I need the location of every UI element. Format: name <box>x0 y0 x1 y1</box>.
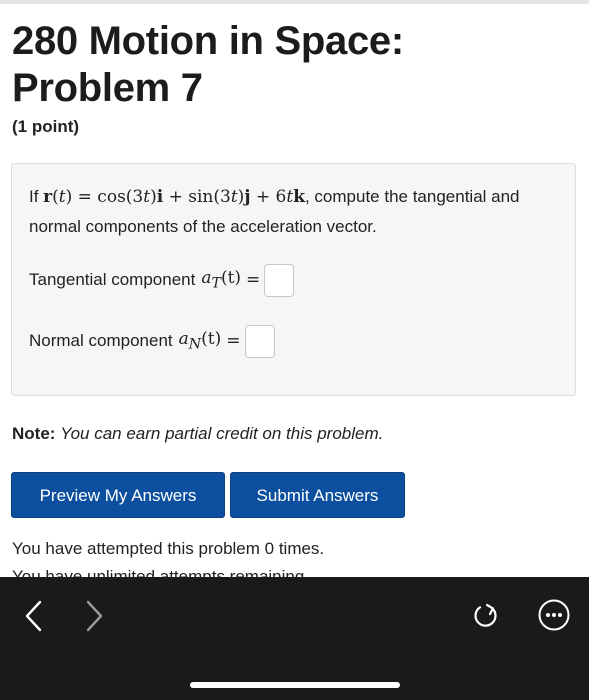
normal-answer-input[interactable] <box>244 324 275 358</box>
home-indicator[interactable] <box>190 682 400 688</box>
note-label: Note: <box>12 424 56 443</box>
problem-box: If r(t) = cos(3t)i + sin(3t)j + 6tk, com… <box>11 163 576 396</box>
tangential-answer-row: Tangential component aT(t) = <box>29 262 295 298</box>
credit-note: Note: You can earn partial credit on thi… <box>12 424 383 444</box>
more-icon[interactable] <box>537 598 571 637</box>
submit-answers-button[interactable]: Submit Answers <box>230 472 405 518</box>
statement-prefix: If <box>29 187 44 206</box>
top-divider <box>0 0 589 4</box>
attempts-status: You have attempted this problem 0 times. <box>12 539 325 558</box>
normal-label: Normal component <box>29 331 173 350</box>
tangential-label: Tangential component <box>29 270 196 289</box>
note-text: You can earn partial credit on this prob… <box>60 424 384 443</box>
points-label: (1 point) <box>12 117 80 136</box>
normal-answer-row: Normal component aN(t) = <box>29 323 275 359</box>
page-title: 280 Motion in Space: Problem 7 <box>12 18 404 112</box>
page-title-line1: 280 Motion in Space: <box>12 19 404 63</box>
preview-answers-button[interactable]: Preview My Answers <box>11 472 225 518</box>
tangential-symbol: aT(t) <box>201 268 242 292</box>
equals-sign: = <box>226 331 241 351</box>
equals-sign: = <box>246 270 261 290</box>
reload-icon[interactable] <box>470 600 502 637</box>
forward-icon[interactable] <box>82 599 106 638</box>
problem-statement: If r(t) = cos(3t)i + sin(3t)j + 6tk, com… <box>29 182 564 241</box>
browser-toolbar <box>0 577 589 700</box>
normal-symbol: aN(t) <box>178 329 222 353</box>
position-formula: r(t) = cos(3t)i + sin(3t)j + 6tk <box>43 187 305 207</box>
page-title-line2: Problem 7 <box>12 66 203 110</box>
remaining-attempts-status: You have unlimited attempts remaining. <box>12 567 310 577</box>
tangential-answer-input[interactable] <box>264 263 295 297</box>
back-icon[interactable] <box>22 599 46 638</box>
